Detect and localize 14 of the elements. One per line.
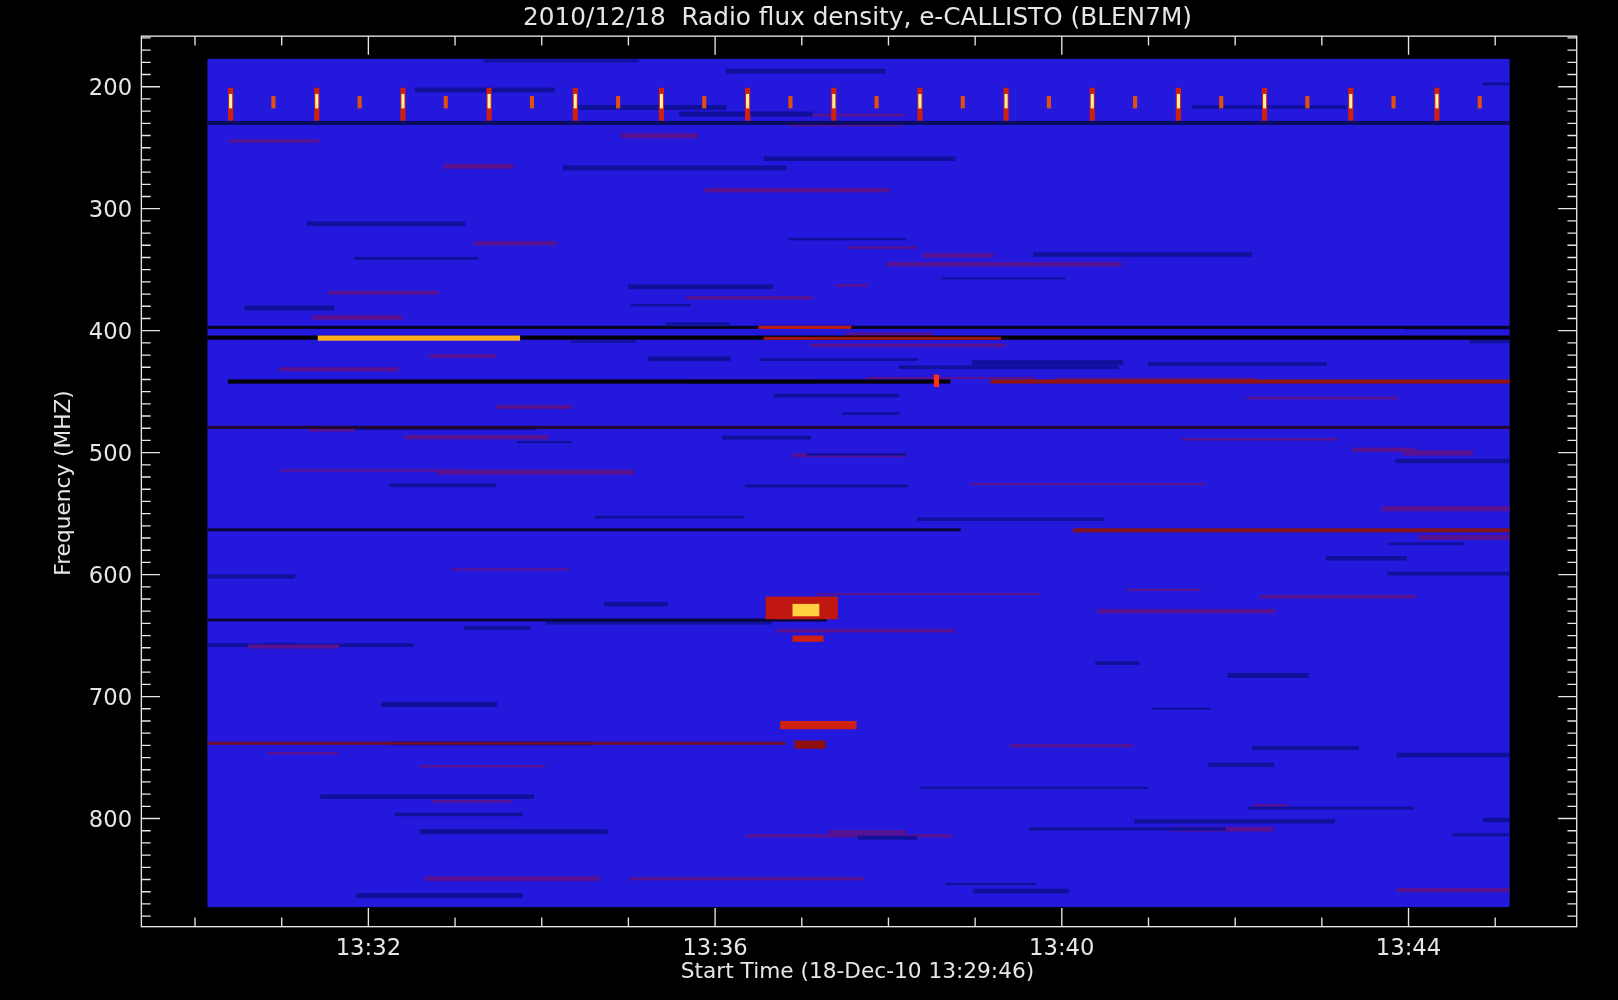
axis-tick-label: 300 [88,195,133,222]
axis-tick-label: 600 [88,561,133,588]
axis-tick-label: 13:32 [335,933,402,960]
axis-tick-label: 500 [88,439,133,466]
axis-tick-label: 13:40 [1029,933,1095,960]
axis-tick-label: 13:36 [682,933,748,960]
axis-tick-label: 800 [88,805,133,832]
x-axis-label: Start Time (18-Dec-10 13:29:46) [680,958,1035,984]
axis-tick-label: 13:44 [1375,933,1442,960]
axis-tick-label: 700 [88,683,133,710]
axis-tick-label: 400 [88,317,133,344]
chart-title: 2010/12/18 Radio flux density, e-CALLISTO (BLEN7M) [523,1,1192,31]
axis-tick-label: 200 [88,74,133,100]
y-axis-label: Frequency (MHZ) [50,390,76,576]
